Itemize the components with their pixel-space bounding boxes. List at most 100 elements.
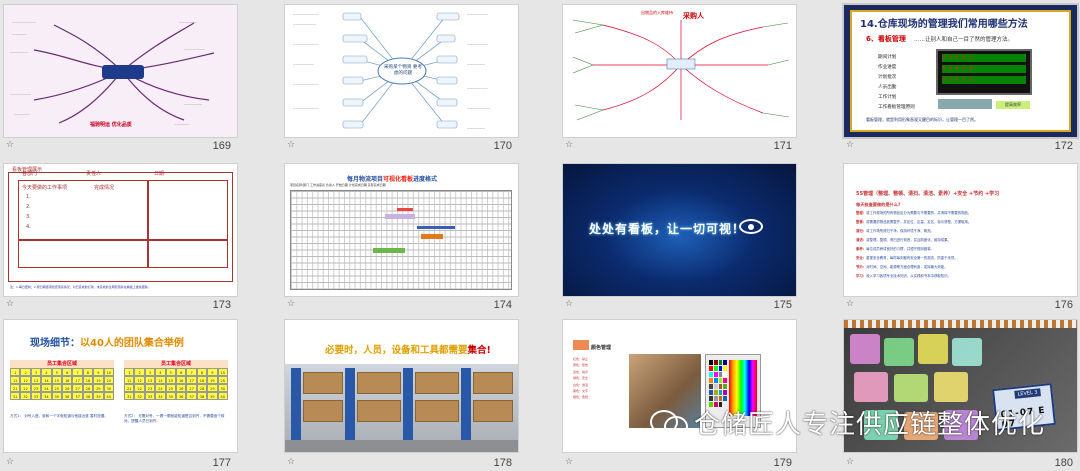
seat-cell: 29 [207, 384, 218, 392]
slide-thumb-178[interactable]: 必要时，人员，设备和工具都需要集合! [285, 320, 518, 452]
slide-thumb-170[interactable]: —————————— ————————— —————————— ———————— ——… [285, 5, 518, 137]
star-icon[interactable]: ☆ [6, 140, 14, 150]
slide-thumb-175[interactable]: 处处有看板，让一切可视！ [563, 164, 796, 296]
list-item: 清扫：将工作场所清扫干净，保持环境干净、明亮。 [856, 229, 934, 233]
seat-cell: 27 [186, 384, 197, 392]
seat-cell: 28 [82, 384, 94, 392]
slide-thumb-177[interactable]: 现场细节：以40人的团队集合举例 员工集合区域 1 2 3 4 5 6 7 8 9 10 11 12 1… [4, 320, 237, 452]
seat-cell: 30 [103, 384, 114, 392]
svg-text:—————————: ————————— [467, 107, 491, 110]
svg-text:————————: ———————— [293, 63, 314, 66]
slide-thumb-173[interactable]: 看板管理展示 各部门 责任人 日期 今天要做的工作事项 完成情况 1. 2. 3… [4, 164, 237, 296]
slide-thumb-174[interactable]: 每月物流项目可视化看板进度格式 项目名称/部门 工作进度表 负责人 开始日期 计… [285, 164, 518, 296]
hand-image [938, 99, 992, 109]
seat-cell: 15 [51, 376, 62, 384]
swatch [723, 390, 727, 395]
swatch [713, 384, 718, 389]
seat-cell: 8 [82, 368, 94, 376]
slide-headline: 处处有看板，让一切可视！ [589, 222, 746, 236]
svg-text:——————: —————— [184, 102, 202, 106]
seat-cell: 34 [155, 392, 166, 400]
star-icon[interactable]: ☆ [565, 140, 573, 150]
slide-thumb-176[interactable]: 5S管理（整理、整顿、清扫、清洁、素养）+安全 +节约 +学习 每天检查要做的是… [844, 164, 1077, 296]
seat-cell: 19 [207, 376, 218, 384]
svg-text:——————: —————— [10, 50, 28, 54]
mindmap-center-label: 采购某个物资 要考虑的问题 [383, 65, 423, 76]
star-icon[interactable]: ☆ [846, 140, 854, 150]
list-item: 整理：将工作现场的所有物品区分为需要与不需要的，并清除不需要的物品。 [856, 211, 972, 215]
seat-cell: 12 [134, 376, 145, 384]
seat-cell: 22 [134, 384, 145, 392]
parts-bag [934, 372, 968, 402]
slide-caption: 福驰明运 优化品质 [90, 122, 132, 128]
gantt-bar [397, 208, 413, 211]
status-cell [148, 180, 228, 240]
star-icon[interactable]: ☆ [565, 457, 573, 467]
seat-cell: 31 [124, 392, 135, 400]
seat-cell: 24 [155, 384, 166, 392]
swatch [723, 366, 727, 371]
slide-thumb-169[interactable]: ———————— ————— —————— ——————— ————— —————— —… [4, 5, 237, 137]
slide-title: 出物品的入库维持 [641, 10, 673, 15]
swatch [718, 396, 723, 401]
star-icon[interactable]: ☆ [846, 299, 854, 309]
seat-cell: 11 [124, 376, 135, 384]
eye-icon [739, 219, 763, 234]
slide-number: 170 [493, 140, 512, 152]
seat-cell: 37 [186, 392, 197, 400]
seat-cell: 21 [124, 384, 135, 392]
swatch [723, 360, 727, 365]
swatch [713, 366, 718, 371]
note-cell [148, 240, 228, 268]
row-item: 3. [26, 214, 31, 220]
seat-cell: 21 [10, 384, 21, 392]
swatch [713, 372, 718, 377]
star-icon[interactable]: ☆ [565, 299, 573, 309]
swatch [713, 390, 718, 395]
seat-cell: 16 [175, 376, 187, 384]
star-icon[interactable]: ☆ [846, 457, 854, 467]
slide-title: 现场细节：以40人的团队集合举例 [30, 338, 184, 349]
parts-bag [894, 374, 928, 402]
slide-thumb-171[interactable]: 出物品的入库维持 采购人 [563, 5, 796, 137]
seat-cell: 20 [217, 376, 228, 384]
row-item: 4. [26, 224, 31, 230]
seat-cell: 17 [72, 376, 83, 384]
gantt-bar [373, 248, 405, 253]
row-item: 1. [26, 194, 31, 200]
seat-cell: 25 [165, 384, 176, 392]
list-item: 素养：每位成员养成良好的习惯，并遵守规则做事。 [856, 247, 934, 251]
parts-bag [884, 338, 914, 366]
slide-thumb-172[interactable]: 14.仓库现场的管理我们常用哪些方法 6、看板管理 ……让别人和自己一目了然的管… [844, 5, 1077, 137]
seat-cell: 23 [144, 384, 156, 392]
wechat-icon [650, 406, 688, 438]
star-icon[interactable]: ☆ [6, 299, 14, 309]
seat-cell: 34 [41, 392, 52, 400]
status-label: 完成情况 [94, 185, 115, 191]
seat-cell: 30 [217, 384, 228, 392]
parts-bag [952, 338, 982, 366]
star-icon[interactable]: ☆ [6, 457, 14, 467]
seat-cell: 3 [144, 368, 156, 376]
mindmap-graphic: ——————————————————— —————————————————— —… [10, 20, 215, 126]
warehouse-photo [285, 364, 518, 452]
svg-text:——————————: —————————— [293, 13, 319, 16]
color-swatches [709, 360, 727, 407]
star-icon[interactable]: ☆ [287, 140, 295, 150]
slide-footer: 注：1.每日更新；2.按日期逐项检查落实情况，对已完成的打钩，未完成的注明原因并… [10, 285, 151, 289]
parts-bag [854, 372, 888, 402]
star-icon[interactable]: ☆ [287, 457, 295, 467]
slide-number: 179 [773, 457, 792, 469]
swatch [709, 384, 713, 389]
watermark: 仓储匠人专注供应链整体优化 [650, 402, 1045, 442]
slide-number: 176 [1054, 299, 1073, 311]
swatch [718, 384, 723, 389]
list-item: 安全：重视安全教育，每时每刻都有安全第一的观念，防患于未然。 [856, 256, 958, 260]
svg-text:————————: ———————— [467, 87, 488, 90]
seat-cell: 7 [72, 368, 83, 376]
slide-title: 颜色管理 [591, 345, 612, 351]
swatch [709, 360, 713, 365]
swatch [723, 396, 727, 401]
star-icon[interactable]: ☆ [287, 299, 295, 309]
seat-cell: 40 [103, 392, 114, 400]
